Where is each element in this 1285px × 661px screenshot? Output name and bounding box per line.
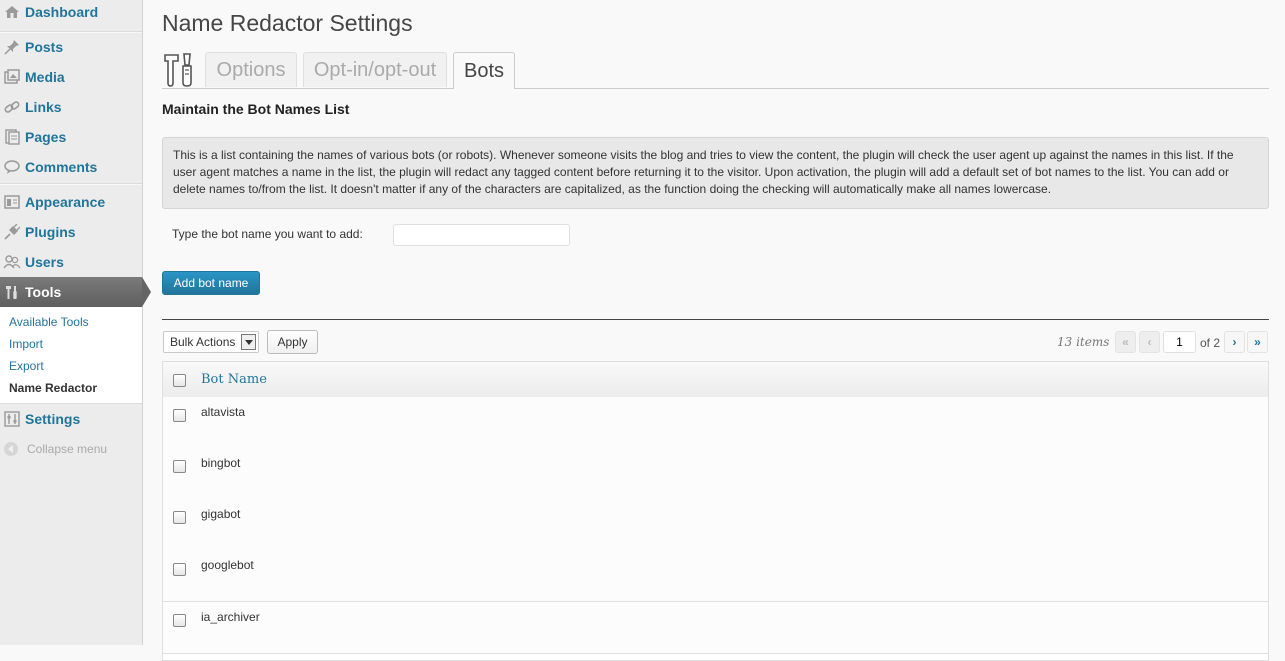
tab-opt-in-opt-out[interactable]: Opt-in/opt-out [303,52,447,87]
next-page-button[interactable]: › [1224,331,1245,353]
menu-item-comments[interactable]: Comments [0,152,142,182]
pin-icon [3,38,21,56]
menu-item-dashboard[interactable]: Dashboard [0,0,142,27]
menu-item-settings[interactable]: Settings [0,404,142,434]
items-count: 13 items [1057,335,1110,349]
apply-button[interactable]: Apply [267,330,318,354]
row-checkbox[interactable] [173,409,186,422]
prev-page-button[interactable]: ‹ [1139,331,1160,353]
bulk-actions-label: Bulk Actions [170,335,236,349]
description-box: This is a list containing the names of v… [162,137,1269,209]
table-header: Bot Name [163,362,1268,398]
table-row: altavista [163,397,1268,449]
table-row: googlebot [163,550,1268,602]
row-checkbox[interactable] [173,460,186,473]
section-heading: Maintain the Bot Names List [162,101,350,117]
menu-item-links[interactable]: Links [0,92,142,122]
admin-sidebar: Dashboard Posts Media Links Pages Commen… [0,0,151,645]
media-icon [3,68,21,86]
total-pages: of 2 [1200,336,1221,350]
submenu-item-import[interactable]: Import [9,337,43,351]
current-page-input[interactable] [1163,331,1196,353]
tab-options[interactable]: Options [205,52,297,87]
tools-logo-icon [162,52,198,88]
menu-separator [0,183,142,185]
tools-submenu: Available Tools Import Export Name Redac… [0,307,142,404]
plug-icon [3,223,21,241]
menu-item-plugins[interactable]: Plugins [0,217,142,247]
collapse-menu-button[interactable]: Collapse menu [3,442,107,456]
table-row: bingbot [163,448,1268,500]
dashboard-icon [3,3,21,21]
settings-icon [3,410,21,428]
bot-name-cell: gigabot [201,507,241,521]
bot-name-cell: ia_archiver [201,610,260,624]
menu-item-media[interactable]: Media [0,62,142,92]
submenu-item-export[interactable]: Export [9,359,44,373]
menu-item-appearance[interactable]: Appearance [0,187,142,217]
divider [162,319,1269,320]
chevron-down-icon [241,334,256,350]
menu-item-tools[interactable]: Tools [0,277,151,307]
page-title: Name Redactor Settings [162,10,413,36]
collapse-arrow-icon [4,442,18,456]
column-header-bot-name[interactable]: Bot Name [201,372,267,387]
menu-item-pages[interactable]: Pages [0,122,142,152]
bot-name-cell: googlebot [201,558,254,572]
add-bot-label: Type the bot name you want to add: [172,227,363,241]
table-row: gigabot [163,499,1268,551]
settings-tab-bar: Options Opt-in/opt-out Bots [162,52,1269,89]
row-checkbox[interactable] [173,614,186,627]
collapse-menu-label: Collapse menu [27,442,108,456]
tools-icon [3,283,21,301]
appearance-icon [3,193,21,211]
last-page-button[interactable]: » [1247,331,1268,353]
bot-name-cell: bingbot [201,456,241,470]
submenu-item-available-tools[interactable]: Available Tools [9,315,89,329]
submenu-item-name-redactor[interactable]: Name Redactor [9,381,97,395]
pages-icon [3,128,21,146]
tab-bots[interactable]: Bots [453,52,515,89]
bulk-actions-select[interactable]: Bulk Actions [163,331,259,353]
users-icon [3,253,21,271]
add-bot-button[interactable]: Add bot name [162,271,260,295]
row-checkbox[interactable] [173,511,186,524]
first-page-button[interactable]: « [1115,331,1136,353]
comment-icon [3,158,21,176]
table-row: ia_archiver [163,602,1268,654]
menu-item-posts[interactable]: Posts [0,32,142,62]
menu-item-users[interactable]: Users [0,247,142,277]
link-icon [3,98,21,116]
bot-name-cell: altavista [201,405,246,419]
select-all-checkbox[interactable] [173,374,186,387]
bot-names-table: Bot Name altavista bingbot gigabot googl… [162,361,1269,661]
bot-name-input[interactable] [393,224,570,246]
row-checkbox[interactable] [173,563,186,576]
